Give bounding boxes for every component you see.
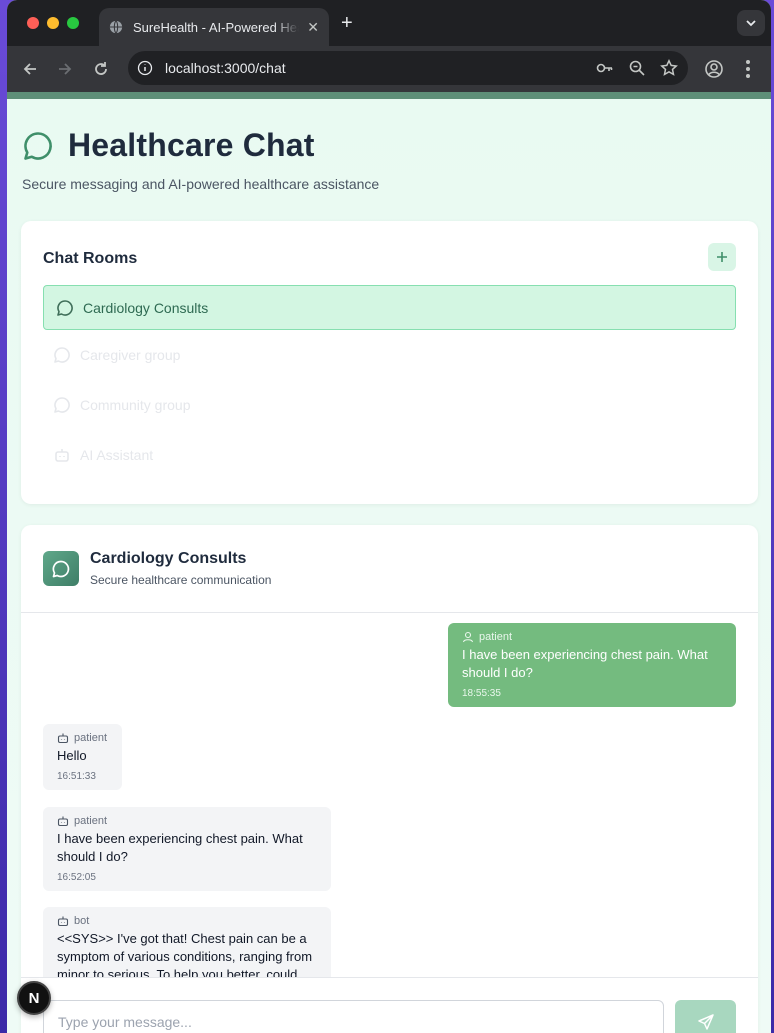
new-tab-button[interactable]: + xyxy=(341,12,353,35)
chat-rooms-heading: Chat Rooms xyxy=(43,250,138,267)
message-sender: patient xyxy=(74,815,108,827)
message-sender: patient xyxy=(74,732,108,744)
room-label: Community group xyxy=(80,397,191,413)
message-text: I have been experiencing chest pain. Wha… xyxy=(57,831,303,864)
chat-header: Cardiology Consults Secure healthcare co… xyxy=(21,525,758,613)
nextjs-dev-badge[interactable]: N xyxy=(17,981,51,1015)
kebab-menu-icon xyxy=(746,60,750,78)
message-composer xyxy=(21,977,758,1033)
message-sender: patient xyxy=(479,631,513,643)
message-list[interactable]: patient I have been experiencing chest p… xyxy=(21,614,758,977)
minimize-window-button[interactable] xyxy=(47,17,59,29)
page-header: Healthcare Chat Secure messaging and AI-… xyxy=(7,99,771,192)
chat-room-name: Cardiology Consults xyxy=(90,550,247,567)
message-text: Hello xyxy=(57,748,87,763)
tab-close-icon[interactable]: ✕ xyxy=(307,19,319,36)
message-timestamp: 18:55:35 xyxy=(462,688,501,699)
message-timestamp: 16:52:05 xyxy=(57,872,96,883)
add-room-button[interactable] xyxy=(708,243,736,271)
forward-button[interactable] xyxy=(55,59,75,79)
message-sender: bot xyxy=(74,915,90,927)
room-label: Caregiver group xyxy=(80,347,181,363)
room-item-caregiver-group[interactable]: Caregiver group xyxy=(43,330,736,380)
message-bubble-outgoing: patient I have been experiencing chest p… xyxy=(448,623,736,707)
send-button[interactable] xyxy=(675,1000,736,1033)
chat-avatar xyxy=(43,551,79,586)
message-bubble-incoming: patient Hello 16:51:33 xyxy=(43,724,122,790)
reload-icon xyxy=(95,62,107,75)
chat-room-description: Secure healthcare communication xyxy=(90,573,272,587)
profile-button[interactable] xyxy=(704,59,724,84)
message-icon xyxy=(54,397,70,413)
user-icon xyxy=(462,631,474,643)
room-item-ai-assistant[interactable]: AI Assistant xyxy=(43,430,736,480)
tab-search-button[interactable] xyxy=(737,10,765,36)
site-info-icon[interactable] xyxy=(137,60,153,76)
room-item-community-group[interactable]: Community group xyxy=(43,380,736,430)
bot-icon xyxy=(57,916,69,927)
password-key-icon[interactable] xyxy=(596,59,614,77)
message-bubble-incoming: bot <<SYS>> I've got that! Chest pain ca… xyxy=(43,907,331,977)
arrow-left-icon xyxy=(23,63,36,75)
profile-icon xyxy=(705,60,723,78)
address-bar[interactable]: localhost:3000/chat xyxy=(128,51,688,85)
message-text: <<SYS>> I've got that! Chest pain can be… xyxy=(57,931,313,977)
chevron-down-icon xyxy=(746,20,756,27)
room-label: Cardiology Consults xyxy=(83,299,209,316)
send-icon xyxy=(697,1014,714,1030)
arrow-right-icon xyxy=(59,63,72,75)
message-input[interactable] xyxy=(43,1000,664,1033)
tab-title: SureHealth - AI-Powered Healthcare xyxy=(133,19,299,35)
message-icon xyxy=(57,299,73,316)
browser-tab[interactable]: SureHealth - AI-Powered Healthcare ✕ xyxy=(99,8,329,46)
maximize-window-button[interactable] xyxy=(67,17,79,29)
page-top-strip xyxy=(7,92,771,99)
chat-rooms-panel: Chat Rooms Cardiology Consults Caregiver… xyxy=(21,221,758,504)
message-icon xyxy=(54,347,70,363)
bot-icon xyxy=(57,733,69,744)
back-button[interactable] xyxy=(20,59,40,79)
page-title: Healthcare Chat xyxy=(68,127,315,163)
message-icon xyxy=(52,560,70,577)
browser-toolbar: localhost:3000/chat xyxy=(7,46,771,92)
reload-button[interactable] xyxy=(91,59,111,79)
bot-icon xyxy=(55,449,69,462)
message-bubble-incoming: patient I have been experiencing chest p… xyxy=(43,807,331,891)
bookmark-star-icon[interactable] xyxy=(660,59,678,77)
close-window-button[interactable] xyxy=(27,17,39,29)
message-text: I have been experiencing chest pain. Wha… xyxy=(462,647,708,680)
page-subtitle: Secure messaging and AI-powered healthca… xyxy=(22,176,380,192)
browser-window: SureHealth - AI-Powered Healthcare ✕ + xyxy=(7,0,771,1033)
chat-bubble-icon xyxy=(24,131,52,160)
room-label: AI Assistant xyxy=(80,447,154,463)
bot-icon xyxy=(57,816,69,827)
room-item-cardiology-consults[interactable]: Cardiology Consults xyxy=(43,285,736,330)
browser-menu-button[interactable] xyxy=(745,59,751,84)
globe-icon xyxy=(109,20,123,34)
browser-tabbar: SureHealth - AI-Powered Healthcare ✕ + xyxy=(7,0,771,46)
chat-panel: Cardiology Consults Secure healthcare co… xyxy=(21,525,758,1033)
url-text[interactable]: localhost:3000/chat xyxy=(165,60,286,76)
plus-icon xyxy=(717,252,727,262)
message-timestamp: 16:51:33 xyxy=(57,771,96,782)
zoom-icon[interactable] xyxy=(628,59,646,77)
window-controls xyxy=(27,17,79,29)
address-bar-actions xyxy=(596,59,678,77)
page-content: Healthcare Chat Secure messaging and AI-… xyxy=(7,99,771,1033)
